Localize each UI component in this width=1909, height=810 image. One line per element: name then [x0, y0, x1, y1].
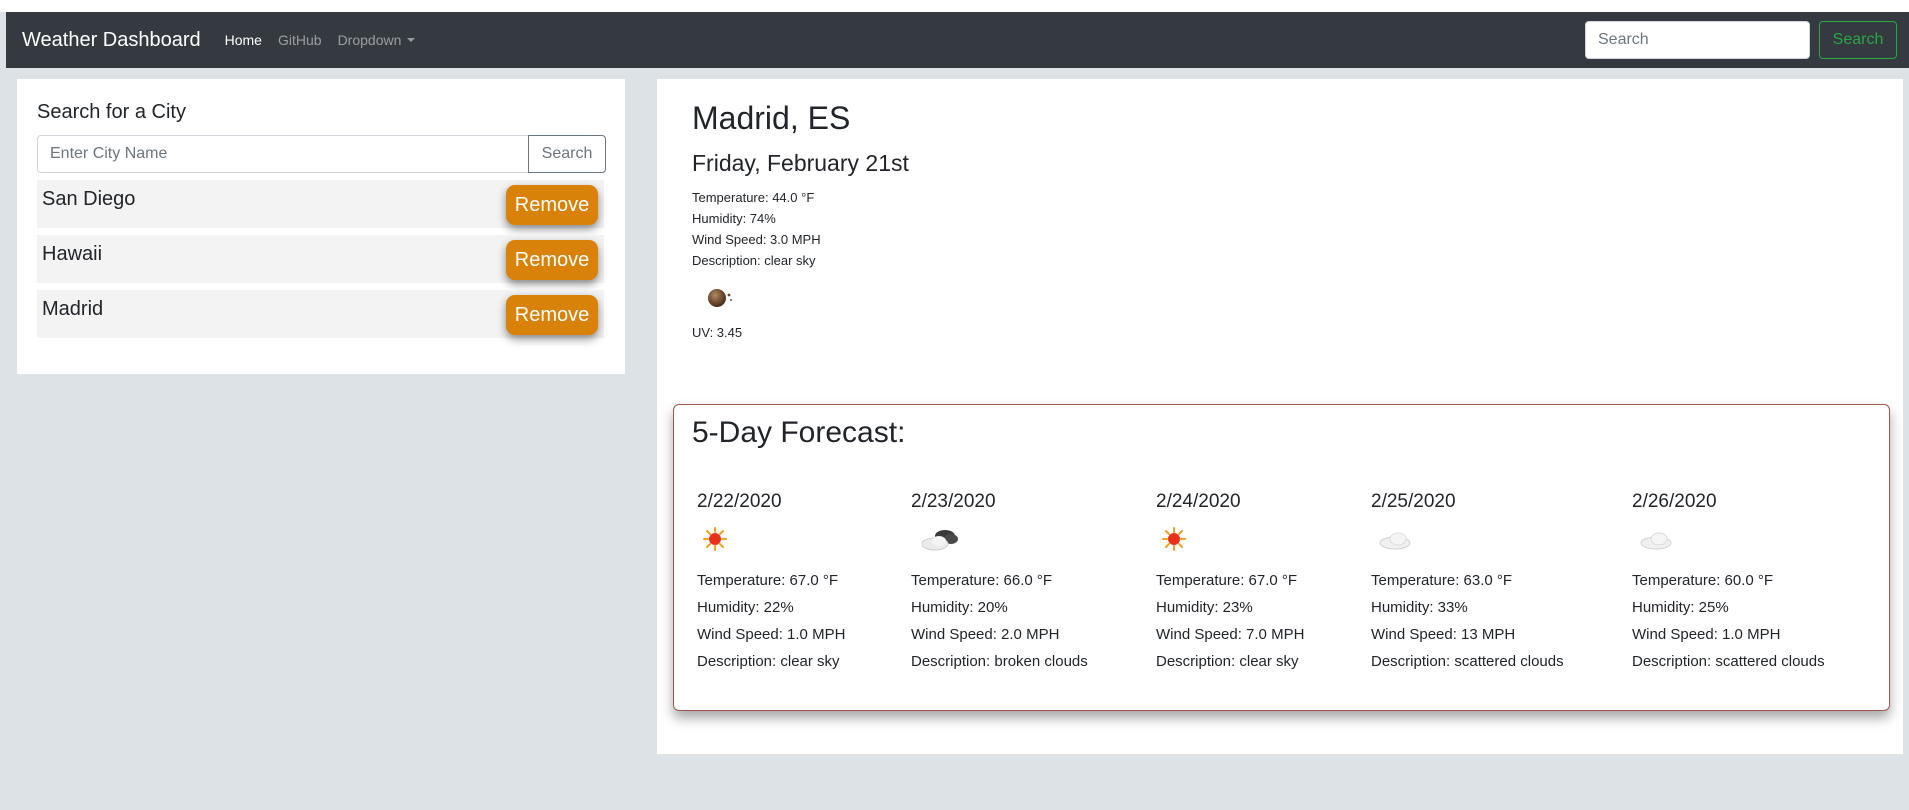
- nav-link-github[interactable]: GitHub: [278, 32, 322, 48]
- current-date: Friday, February 21st: [692, 150, 909, 176]
- forecast-day: 2/23/2020 Temperature: 66.0 °F Humidity:…: [911, 491, 1088, 670]
- forecast-description: Description: clear sky: [697, 653, 840, 670]
- current-wind-speed: Wind Speed: 3.0 MPH: [692, 232, 821, 247]
- remove-city-button[interactable]: Remove: [506, 240, 598, 280]
- current-temperature: Temperature: 44.0 °F: [692, 190, 815, 205]
- forecast-temperature: Temperature: 67.0 °F: [697, 572, 839, 589]
- forecast-day: 2/22/2020 Temperature: 67.0 °F Humidity:…: [697, 491, 845, 670]
- broken-clouds-icon: [921, 530, 958, 551]
- forecast-description: Description: scattered clouds: [1371, 653, 1564, 670]
- sun-icon: [1162, 527, 1186, 551]
- forecast-wind-speed: Wind Speed: 1.0 MPH: [1632, 626, 1781, 643]
- forecast-title: 5-Day Forecast:: [692, 416, 906, 449]
- forecast-temperature: Temperature: 63.0 °F: [1371, 572, 1513, 589]
- forecast-description: Description: clear sky: [1156, 653, 1299, 670]
- nav-link-home[interactable]: Home: [225, 32, 262, 48]
- forecast-humidity: Humidity: 20%: [911, 599, 1008, 616]
- current-humidity: Humidity: 74%: [692, 211, 776, 226]
- forecast-day: 2/26/2020 Temperature: 60.0 °F Humidity:…: [1632, 491, 1825, 670]
- remove-city-button[interactable]: Remove: [506, 295, 598, 335]
- forecast-date: 2/22/2020: [697, 491, 782, 512]
- saved-city-row[interactable]: Hawaii Remove: [37, 235, 604, 283]
- top-strip: [0, 0, 1909, 12]
- forecast-humidity: Humidity: 22%: [697, 599, 794, 616]
- current-description: Description: clear sky: [692, 253, 816, 268]
- forecast-wind-speed: Wind Speed: 13 MPH: [1371, 626, 1516, 643]
- forecast-temperature: Temperature: 60.0 °F: [1632, 572, 1774, 589]
- forecast-humidity: Humidity: 25%: [1632, 599, 1729, 616]
- caret-down-icon: [407, 38, 416, 42]
- cloud-icon: [1379, 532, 1411, 550]
- forecast-day: 2/24/2020 Temperature: 67.0 °F Humidity:…: [1156, 491, 1304, 670]
- five-day-forecast: 5-Day Forecast: 2/22/2020 Temperature: 6…: [673, 404, 1890, 711]
- saved-city-name[interactable]: Madrid: [42, 298, 103, 321]
- cloud-icon: [1640, 532, 1672, 550]
- navbar: Weather Dashboard Home GitHub Dropdown S…: [6, 12, 1909, 68]
- saved-city-name[interactable]: Hawaii: [42, 243, 102, 266]
- navbar-search-input[interactable]: [1585, 21, 1810, 59]
- city-search-button[interactable]: Search: [528, 135, 606, 173]
- nav-dropdown-toggle[interactable]: Dropdown: [338, 32, 416, 48]
- forecast-date: 2/25/2020: [1371, 491, 1456, 512]
- sun-icon: [703, 527, 727, 551]
- forecast-wind-speed: Wind Speed: 2.0 MPH: [911, 626, 1060, 643]
- forecast-humidity: Humidity: 23%: [1156, 599, 1253, 616]
- forecast-description: Description: scattered clouds: [1632, 653, 1825, 670]
- forecast-date: 2/23/2020: [911, 491, 996, 512]
- current-city-title: Madrid, ES: [692, 100, 851, 136]
- saved-city-row[interactable]: San Diego Remove: [37, 180, 604, 228]
- forecast-description: Description: broken clouds: [911, 653, 1088, 670]
- city-name-input[interactable]: [37, 135, 529, 173]
- remove-city-button[interactable]: Remove: [506, 185, 598, 225]
- saved-city-row[interactable]: Madrid Remove: [37, 290, 604, 338]
- current-uv-index: UV: 3.45: [692, 325, 743, 340]
- clear-night-moon-icon: [708, 289, 732, 307]
- forecast-day: 2/25/2020 Temperature: 63.0 °F Humidity:…: [1371, 491, 1564, 670]
- nav-dropdown-label: Dropdown: [337, 32, 402, 48]
- forecast-temperature: Temperature: 66.0 °F: [911, 572, 1053, 589]
- forecast-wind-speed: Wind Speed: 1.0 MPH: [697, 626, 846, 643]
- forecast-humidity: Humidity: 33%: [1371, 599, 1468, 616]
- city-search-panel: Search for a City Search San Diego Remov…: [17, 79, 625, 374]
- current-weather-panel: Madrid, ES Friday, February 21st Tempera…: [657, 79, 1903, 754]
- forecast-wind-speed: Wind Speed: 7.0 MPH: [1156, 626, 1305, 643]
- navbar-brand[interactable]: Weather Dashboard: [22, 29, 201, 52]
- saved-city-name[interactable]: San Diego: [42, 188, 135, 211]
- forecast-date: 2/26/2020: [1632, 491, 1717, 512]
- navbar-search-button[interactable]: Search: [1819, 21, 1897, 59]
- forecast-temperature: Temperature: 67.0 °F: [1156, 572, 1298, 589]
- forecast-date: 2/24/2020: [1156, 491, 1241, 512]
- city-search-title: Search for a City: [37, 101, 186, 123]
